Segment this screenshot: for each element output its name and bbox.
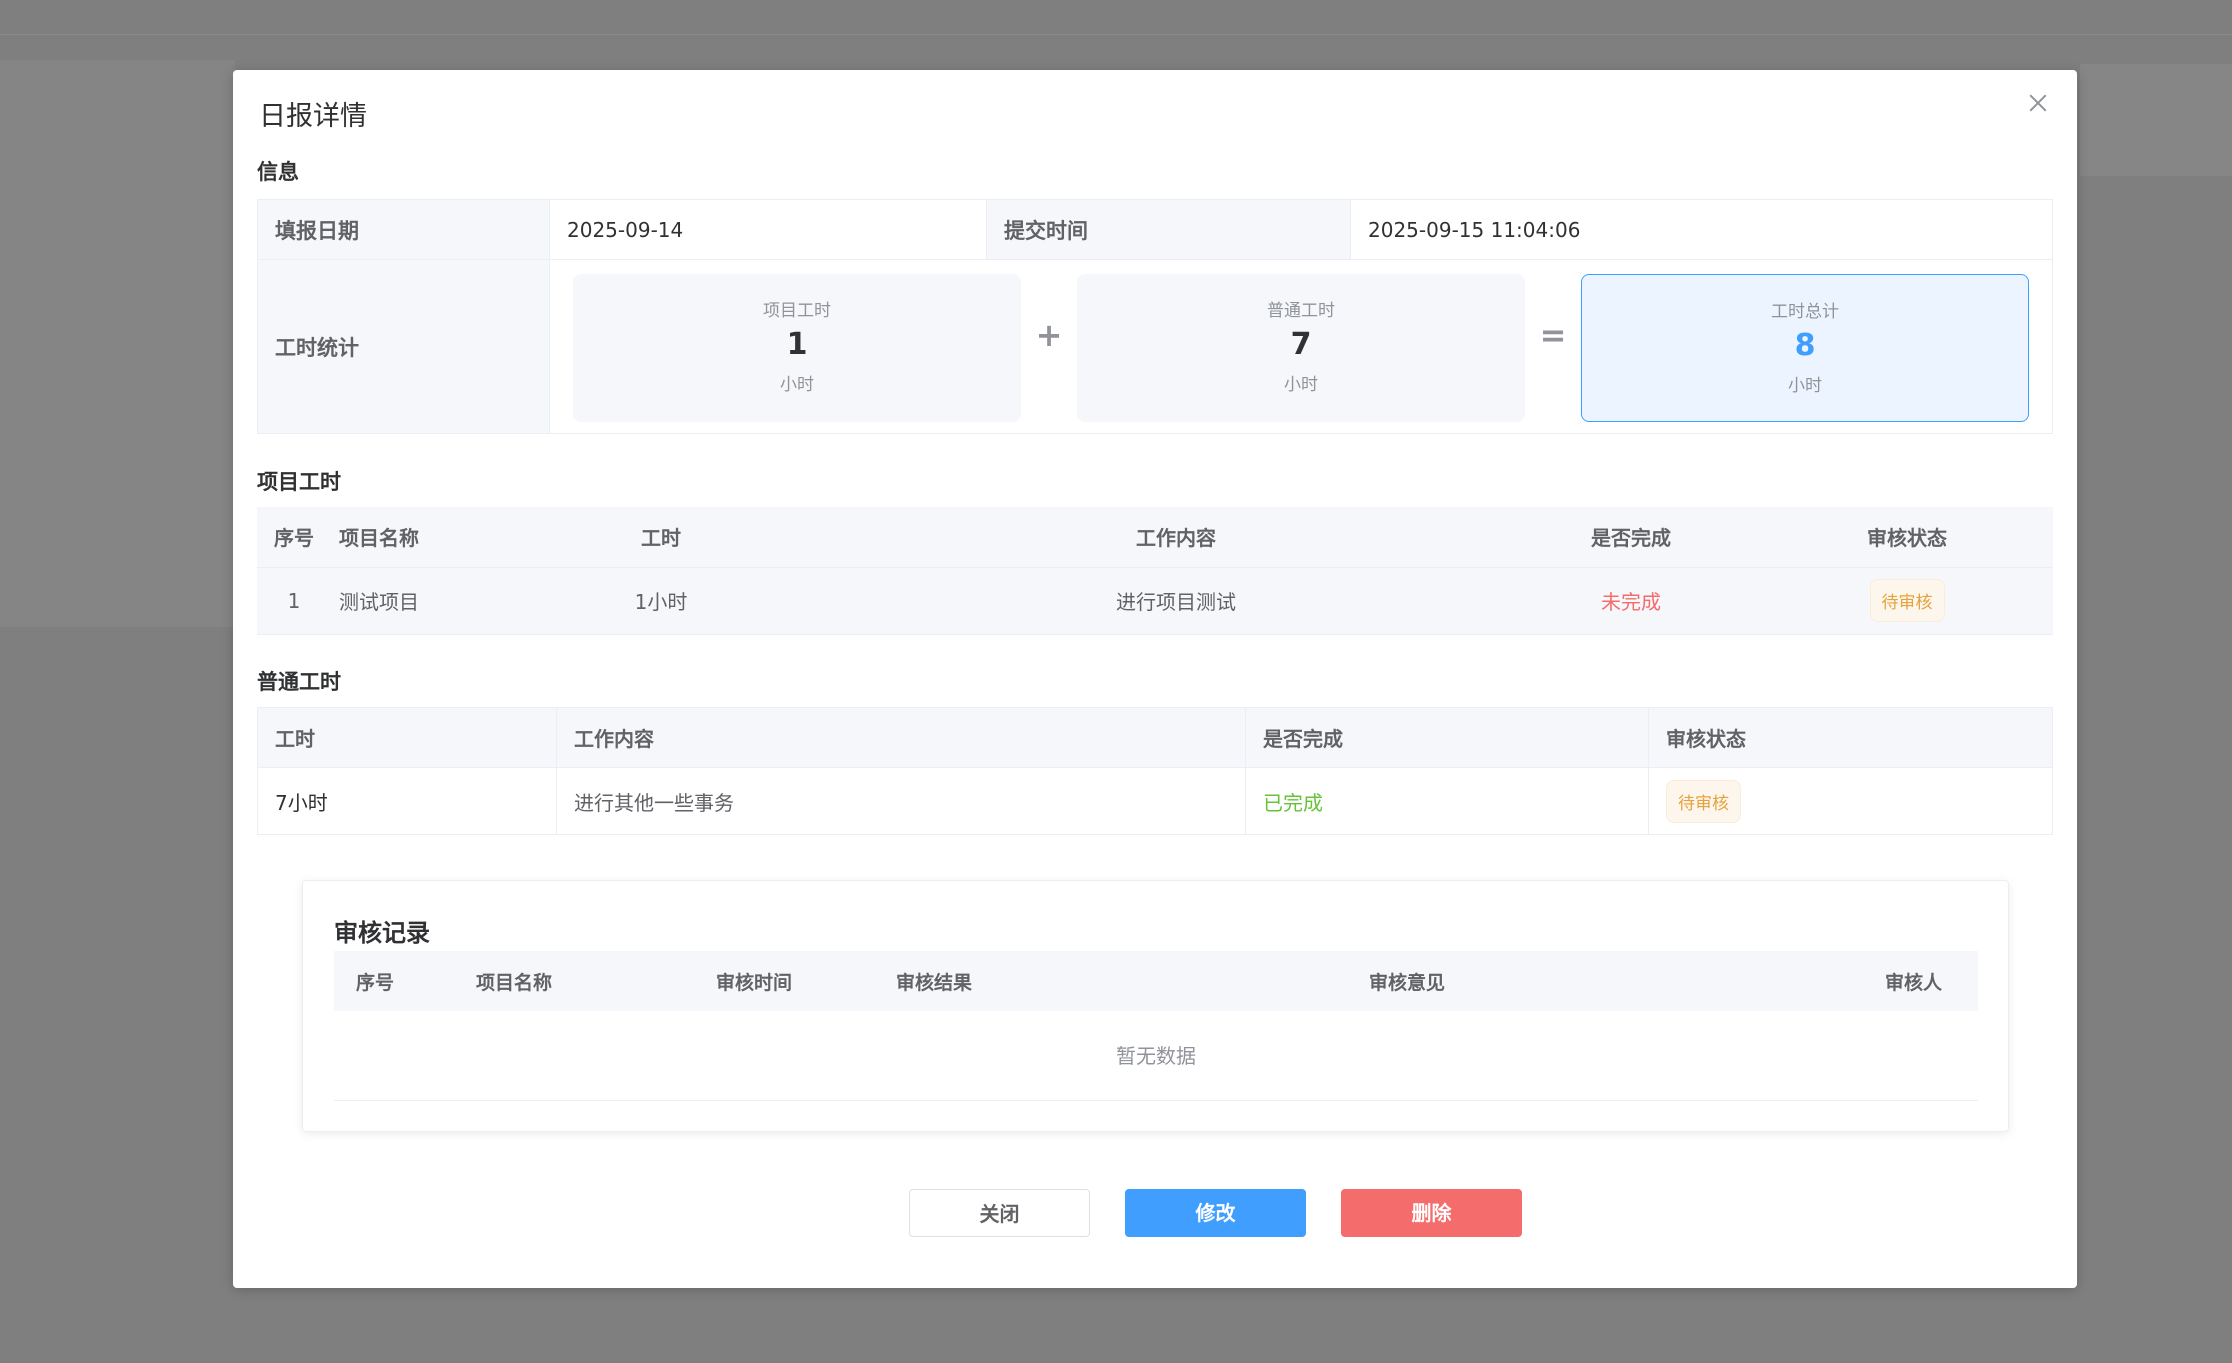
equals-sign: =	[1539, 316, 1567, 354]
column-header: 审核结果	[896, 951, 1369, 1011]
row-content: 进行项目测试	[851, 567, 1501, 635]
hours-stat-panel: 项目工时 1 小时 + 普通工时 7 小时 = 工时总计 8 小时	[550, 260, 2052, 433]
row-hours: 1小时	[471, 567, 851, 635]
table-header-row: 序号 项目名称 工时 工作内容 是否完成 审核状态	[257, 507, 2053, 568]
info-row-dates: 填报日期 2025-09-14 提交时间 2025-09-15 11:04:06	[258, 200, 2052, 260]
review-record-title: 审核记录	[334, 919, 430, 947]
total-hours-card: 工时总计 8 小时	[1581, 274, 2029, 422]
column-header: 工时	[471, 507, 851, 568]
table-header-row: 工时 工作内容 是否完成 审核状态	[257, 707, 2053, 768]
column-header: 工作内容	[851, 507, 1501, 568]
fill-date-label: 填报日期	[258, 200, 550, 259]
column-header: 项目名称	[476, 951, 716, 1011]
column-header: 项目名称	[331, 507, 471, 568]
column-header: 工作内容	[556, 707, 1246, 768]
plus-sign: +	[1035, 316, 1063, 354]
info-table: 填报日期 2025-09-14 提交时间 2025-09-15 11:04:06…	[257, 199, 2053, 434]
row-content: 进行其他一些事务	[556, 767, 1246, 835]
table-row: 7小时 进行其他一些事务 已完成 待审核	[257, 767, 2053, 835]
review-record-card: 审核记录 序号 项目名称 审核时间 审核结果 审核意见 审核人 暂无数据	[302, 880, 2009, 1132]
bg-panel-right	[2080, 64, 2232, 176]
column-header: 是否完成	[1245, 707, 1649, 768]
info-row-hours: 工时统计 项目工时 1 小时 + 普通工时 7 小时 = 工时总计 8 小时	[258, 260, 2052, 433]
done-status: 已完成	[1245, 767, 1649, 835]
info-section-title: 信息	[257, 160, 299, 184]
pending-review-tag: 待审核	[1869, 579, 1945, 622]
project-hours-label: 项目工时	[763, 301, 831, 321]
row-hours: 7小时	[257, 767, 557, 835]
row-index: 1	[257, 567, 331, 635]
normal-hours-label: 普通工时	[1267, 301, 1335, 321]
close-icon[interactable]	[2027, 92, 2049, 114]
edit-button[interactable]: 修改	[1125, 1189, 1306, 1237]
project-name: 测试项目	[331, 567, 471, 635]
dialog-title: 日报详情	[259, 101, 367, 132]
bg-divider	[0, 34, 2232, 35]
delete-button[interactable]: 删除	[1341, 1189, 1522, 1237]
normal-hours-card: 普通工时 7 小时	[1077, 274, 1525, 422]
empty-placeholder: 暂无数据	[334, 1011, 1978, 1101]
normal-hours-unit: 小时	[1284, 375, 1318, 395]
project-section-title: 项目工时	[257, 470, 341, 494]
column-header: 工时	[257, 707, 557, 768]
column-header: 审核状态	[1761, 507, 2053, 568]
done-status: 未完成	[1501, 567, 1761, 635]
project-hours-table: 序号 项目名称 工时 工作内容 是否完成 审核状态 1 测试项目 1小时 进行项…	[257, 507, 2053, 635]
column-header: 是否完成	[1501, 507, 1761, 568]
total-hours-value: 8	[1794, 328, 1816, 363]
table-header-row: 序号 项目名称 审核时间 审核结果 审核意见 审核人	[334, 951, 1978, 1011]
normal-section-title: 普通工时	[257, 670, 341, 694]
total-hours-label: 工时总计	[1771, 302, 1839, 322]
review-status-cell: 待审核	[1761, 567, 2053, 635]
project-hours-value: 1	[786, 327, 808, 362]
total-hours-unit: 小时	[1788, 376, 1822, 396]
review-status-cell: 待审核	[1648, 767, 2053, 835]
submit-time-label: 提交时间	[987, 200, 1351, 259]
normal-hours-value: 7	[1290, 327, 1312, 362]
project-hours-unit: 小时	[780, 375, 814, 395]
close-button[interactable]: 关闭	[909, 1189, 1090, 1237]
hours-stat-label: 工时统计	[258, 260, 550, 433]
column-header: 审核时间	[716, 951, 896, 1011]
normal-hours-table: 工时 工作内容 是否完成 审核状态 7小时 进行其他一些事务 已完成 待审核	[257, 707, 2053, 835]
column-header: 审核意见	[1369, 951, 1842, 1011]
column-header: 序号	[257, 507, 331, 568]
table-row: 1 测试项目 1小时 进行项目测试 未完成 待审核	[257, 567, 2053, 635]
project-hours-card: 项目工时 1 小时	[573, 274, 1021, 422]
column-header: 序号	[334, 951, 476, 1011]
column-header: 审核状态	[1648, 707, 2053, 768]
review-record-table: 序号 项目名称 审核时间 审核结果 审核意见 审核人	[334, 951, 1978, 1011]
column-header: 审核人	[1842, 951, 1978, 1011]
bg-panel	[0, 60, 235, 627]
report-detail-dialog: 日报详情 信息 填报日期 2025-09-14 提交时间 2025-09-15 …	[233, 70, 2077, 1288]
submit-time-value: 2025-09-15 11:04:06	[1368, 217, 1581, 242]
pending-review-tag: 待审核	[1666, 779, 1741, 823]
fill-date-value: 2025-09-14	[550, 200, 987, 259]
